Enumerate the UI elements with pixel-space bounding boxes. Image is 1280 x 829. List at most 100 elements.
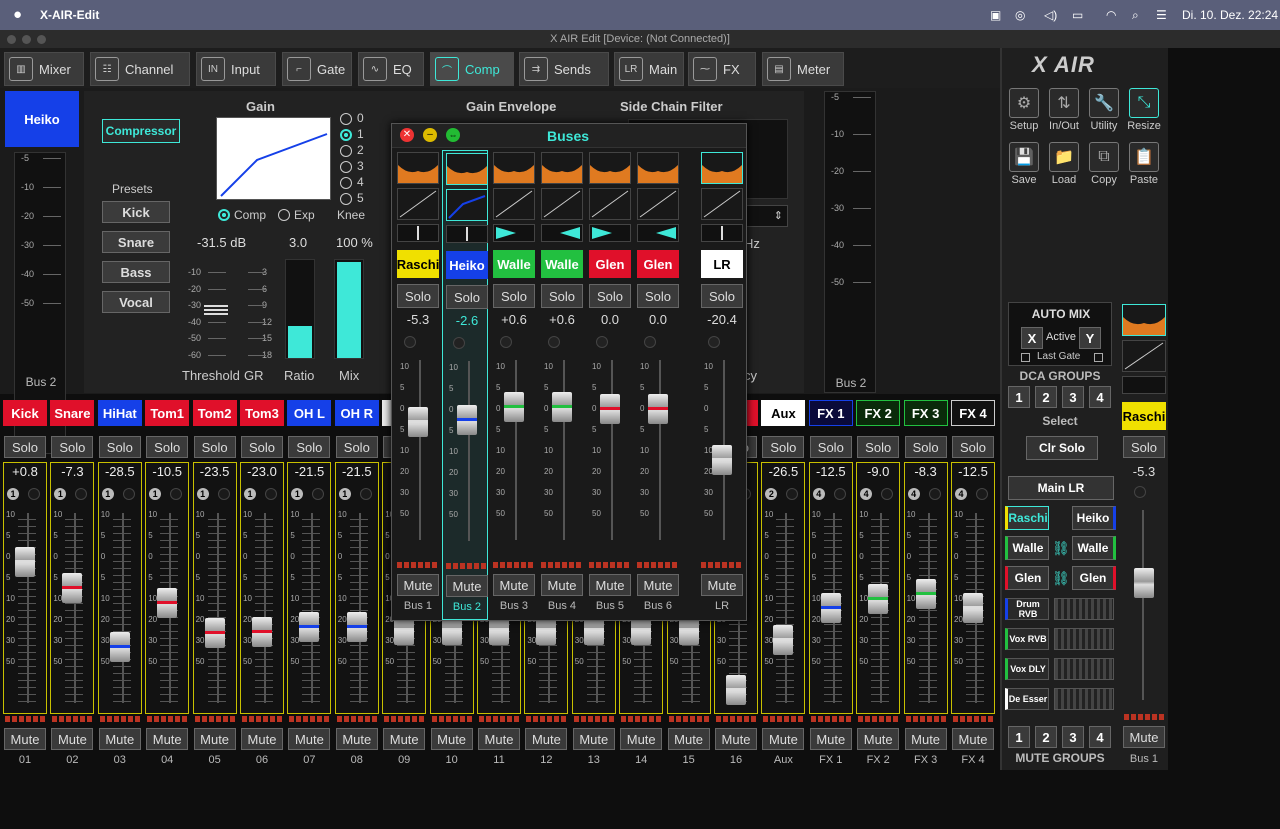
strip-name[interactable]: FX 3 (903, 400, 948, 426)
tab-input[interactable]: IN Input (196, 52, 276, 86)
solo-button[interactable]: Solo (146, 436, 189, 458)
bus-fader-value[interactable]: -2.6 (446, 313, 488, 331)
fader-value[interactable]: -10.5 (145, 464, 189, 480)
fx-unit-image[interactable] (1054, 658, 1114, 680)
dca-name-right[interactable]: Glen (1072, 566, 1116, 590)
mute-button[interactable]: Mute (51, 728, 94, 750)
mute-group-3-button[interactable]: 3 (1062, 726, 1084, 748)
bus-comp-thumb[interactable] (397, 188, 439, 220)
copy-button[interactable]: ⧉ Copy (1084, 142, 1124, 186)
fx-slot-label[interactable]: Vox DLY (1005, 658, 1049, 680)
last-gate-checkbox-x[interactable] (1021, 353, 1030, 362)
bus-eq-thumb[interactable] (493, 152, 535, 184)
fader-knob[interactable] (62, 572, 83, 603)
strip-name[interactable]: Tom1 (145, 400, 190, 426)
strip-name[interactable]: FX 4 (951, 400, 995, 426)
bus-pan[interactable] (493, 224, 535, 242)
fader-track[interactable] (358, 513, 361, 703)
mute-button[interactable]: Mute (620, 728, 663, 750)
strip-name[interactable]: FX 1 (808, 400, 853, 426)
bus-comp-thumb[interactable] (701, 188, 743, 220)
mute-button[interactable]: Mute (335, 728, 378, 750)
bus-solo-button[interactable]: Solo (701, 284, 743, 308)
mute-button[interactable]: Mute (572, 728, 615, 750)
fader-knob[interactable] (773, 625, 794, 656)
utility-button[interactable]: 🔧 Utility (1084, 88, 1124, 132)
solo-button[interactable]: Solo (952, 436, 994, 458)
strip-name[interactable]: Tom3 (240, 400, 284, 426)
bus-mute-button[interactable]: Mute (493, 574, 535, 596)
bus-name[interactable]: LR (701, 250, 743, 278)
bus-fader-knob[interactable] (504, 392, 524, 422)
volume-icon[interactable]: ◁) (1044, 8, 1057, 22)
setup-button[interactable]: ⚙ Setup (1004, 88, 1044, 132)
mute-button[interactable]: Mute (430, 728, 473, 750)
link-icon[interactable]: ⛓ (1052, 570, 1070, 587)
channel-name[interactable]: Heiko (5, 91, 79, 147)
bus-fader-value[interactable]: +0.6 (541, 312, 583, 330)
mute-button[interactable]: Mute (525, 728, 568, 750)
bus-fader-track[interactable] (419, 360, 421, 540)
fader-value[interactable]: -21.5 (335, 464, 379, 480)
fx-unit-image[interactable] (1054, 688, 1114, 710)
automix-x-button[interactable]: X (1021, 327, 1043, 349)
mix-meter[interactable] (334, 259, 364, 359)
preset-kick-button[interactable]: Kick (102, 201, 170, 223)
bus-solo-button[interactable]: Solo (493, 284, 535, 308)
knee-radio-5[interactable] (340, 193, 352, 205)
fx-unit-image[interactable] (1054, 628, 1114, 650)
fader-knob[interactable] (157, 587, 178, 618)
knee-radio-0[interactable] (340, 113, 352, 125)
preset-vocal-button[interactable]: Vocal (102, 291, 170, 313)
bus-eq-thumb[interactable] (637, 152, 679, 184)
bus-fader-value[interactable]: -5.3 (397, 312, 439, 330)
bus-fader-knob[interactable] (648, 393, 668, 424)
restore-icon[interactable]: ⇔ (446, 128, 460, 142)
fader-knob[interactable] (299, 611, 320, 642)
bus-mute-button[interactable]: Mute (701, 574, 743, 596)
threshold-fader[interactable] (204, 305, 228, 317)
mute-button[interactable]: Mute (952, 728, 994, 750)
solo-button[interactable]: Solo (4, 436, 46, 458)
fader-value[interactable]: +0.8 (3, 464, 47, 480)
bus-fader-knob[interactable] (552, 392, 572, 422)
strip-name[interactable]: FX 2 (856, 400, 901, 426)
fader-track[interactable] (74, 513, 77, 703)
dca-name-right[interactable]: Walle (1072, 536, 1116, 560)
main-lr-button[interactable]: Main LR (1008, 476, 1114, 500)
bus-solo-button[interactable]: Solo (637, 284, 679, 308)
fader-track[interactable] (785, 513, 788, 703)
strip-name[interactable]: HiHat (97, 400, 142, 426)
fader-value[interactable]: -12.5 (809, 464, 853, 480)
fader-knob[interactable] (915, 579, 936, 610)
bus-solo-button[interactable]: Solo (541, 284, 583, 308)
fader-knob[interactable] (252, 616, 272, 647)
solo-button[interactable]: Solo (904, 436, 947, 458)
bus-name[interactable]: Glen (589, 250, 631, 278)
bus1-comp-thumb[interactable] (1122, 340, 1166, 372)
app-status-icon[interactable]: ▣ (990, 8, 1001, 22)
bus-pan[interactable] (637, 224, 679, 242)
mix-value[interactable]: 100 % (336, 235, 373, 250)
bus-comp-thumb[interactable] (541, 188, 583, 220)
bus-fader-track[interactable] (563, 360, 565, 540)
bus1-eq-thumb[interactable] (1122, 304, 1166, 336)
mute-button[interactable]: Mute (4, 728, 46, 750)
threshold-value[interactable]: -31.5 dB (197, 235, 246, 250)
bus1-fader[interactable] (1134, 568, 1154, 598)
control-center-icon[interactable]: ☰ (1156, 8, 1167, 22)
knee-radio-1[interactable] (340, 129, 352, 141)
tab-channel[interactable]: ☷ Channel (90, 52, 190, 86)
tab-mixer[interactable]: ▥ Mixer (4, 52, 84, 86)
automix-y-button[interactable]: Y (1079, 327, 1101, 349)
bus-fader-track[interactable] (515, 360, 517, 540)
bus-eq-thumb[interactable] (397, 152, 439, 184)
tab-fx[interactable]: ⁓ FX (688, 52, 756, 86)
bus-fader-track[interactable] (468, 361, 470, 541)
mute-button[interactable]: Mute (146, 728, 189, 750)
knee-radio-4[interactable] (340, 177, 352, 189)
bus-pan[interactable] (541, 224, 583, 242)
bus-name[interactable]: Glen (637, 250, 679, 278)
fader-track[interactable] (311, 513, 314, 703)
paste-button[interactable]: 📋 Paste (1124, 142, 1164, 186)
